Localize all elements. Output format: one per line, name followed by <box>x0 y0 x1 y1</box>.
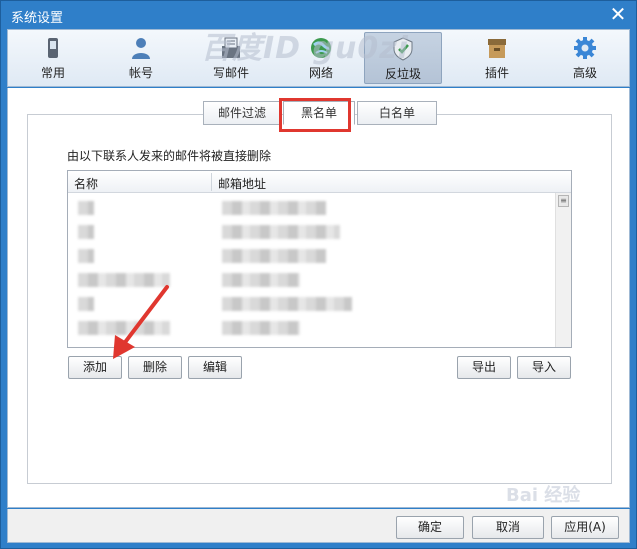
window-title: 系统设置 <box>11 11 64 26</box>
phone-icon <box>48 38 58 58</box>
toolbar-item-label: 插件 <box>484 66 509 80</box>
globe-icon <box>311 38 331 58</box>
list-item[interactable] <box>68 243 554 267</box>
delete-button[interactable]: 删除 <box>128 356 182 379</box>
redacted-name <box>78 273 170 287</box>
blacklist-description: 由以下联系人发来的邮件将被直接删除 <box>67 149 272 163</box>
redacted-email <box>222 225 340 239</box>
user-icon <box>132 38 150 59</box>
redacted-name <box>78 321 170 335</box>
redacted-email <box>222 201 326 215</box>
import-button[interactable]: 导入 <box>517 356 571 379</box>
redacted-email <box>222 249 326 263</box>
shield-icon <box>393 37 413 61</box>
settings-toolbar: 常用 帐号 写邮件 网络 反垃圾 插件 高级 <box>7 29 630 87</box>
toolbar-item-account[interactable]: 帐号 <box>102 32 180 84</box>
add-button[interactable]: 添加 <box>68 356 122 379</box>
apply-button[interactable]: 应用(A) <box>551 516 619 539</box>
redacted-email <box>222 273 300 287</box>
list-item[interactable] <box>68 291 554 315</box>
settings-window: 系统设置 ✕ 常用 帐号 写邮件 网络 反垃圾 插件 高级 百度ID gu0zi… <box>0 0 637 549</box>
ok-button[interactable]: 确定 <box>396 516 464 539</box>
plugin-box-icon <box>488 39 506 58</box>
redacted-name <box>78 225 94 239</box>
scrollbar-thumb[interactable]: ≡ <box>558 195 569 207</box>
list-scrollbar[interactable]: ≡ <box>555 193 571 347</box>
title-bar: 系统设置 ✕ <box>1 1 636 29</box>
toolbar-item-label: 常用 <box>40 66 65 80</box>
list-item[interactable] <box>68 315 554 339</box>
tab-mail-filter[interactable]: 邮件过滤 <box>203 101 281 125</box>
toolbar-item-label: 网络 <box>308 66 333 80</box>
close-icon[interactable]: ✕ <box>608 4 628 24</box>
compose-icon <box>222 37 240 58</box>
redacted-email <box>222 321 300 335</box>
export-button[interactable]: 导出 <box>457 356 511 379</box>
list-header: 名称 邮箱地址 <box>68 171 571 193</box>
toolbar-item-plugins[interactable]: 插件 <box>458 32 536 84</box>
gear-icon <box>574 37 596 59</box>
tab-blacklist[interactable]: 黑名单 <box>283 101 355 125</box>
redacted-email <box>222 297 352 311</box>
redacted-name <box>78 201 94 215</box>
cancel-button[interactable]: 取消 <box>472 516 544 539</box>
tab-whitelist[interactable]: 白名单 <box>357 101 437 125</box>
toolbar-item-label: 高级 <box>572 66 597 80</box>
list-item[interactable] <box>68 219 554 243</box>
list-item[interactable] <box>68 267 554 291</box>
column-header-email[interactable]: 邮箱地址 <box>218 175 266 192</box>
toolbar-item-advanced[interactable]: 高级 <box>546 32 624 84</box>
toolbar-item-label: 写邮件 <box>212 66 249 80</box>
toolbar-item-network[interactable]: 网络 <box>282 32 360 84</box>
blacklist-list[interactable]: 名称 邮箱地址 ≡ <box>67 170 572 348</box>
toolbar-item-antispam[interactable]: 反垃圾 <box>364 32 442 84</box>
column-divider[interactable] <box>211 173 212 191</box>
toolbar-item-compose[interactable]: 写邮件 <box>192 32 270 84</box>
toolbar-item-label: 帐号 <box>128 66 153 80</box>
edit-button[interactable]: 编辑 <box>188 356 242 379</box>
toolbar-item-label: 反垃圾 <box>384 67 421 81</box>
redacted-name <box>78 297 94 311</box>
column-header-name[interactable]: 名称 <box>74 175 98 192</box>
toolbar-item-general[interactable]: 常用 <box>14 32 92 84</box>
redacted-name <box>78 249 94 263</box>
list-item[interactable] <box>68 195 554 219</box>
